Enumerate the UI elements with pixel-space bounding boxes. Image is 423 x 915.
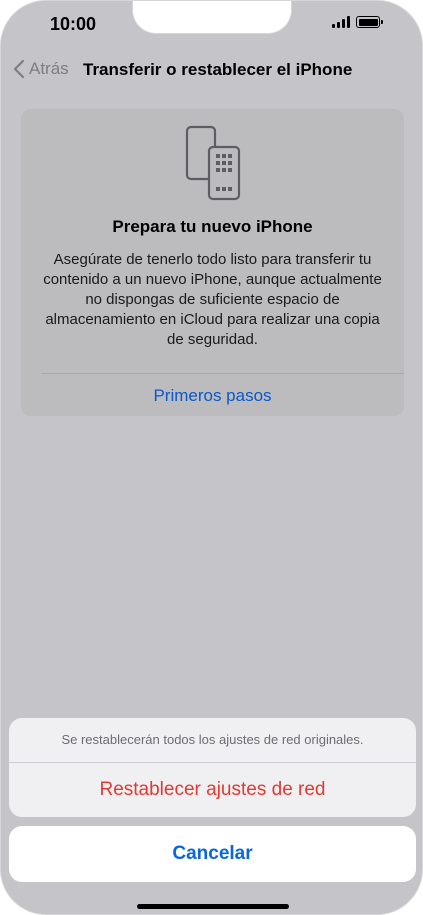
notch — [132, 1, 292, 34]
action-sheet-message: Se restablecerán todos los ajustes de re… — [61, 732, 364, 747]
action-sheet: Se restablecerán todos los ajustes de re… — [9, 718, 416, 817]
prepare-iphone-card: Prepara tu nuevo iPhone Asegúrate de ten… — [21, 109, 404, 416]
transfer-devices-icon — [185, 125, 241, 201]
home-indicator[interactable] — [137, 904, 289, 909]
reset-network-settings-button[interactable]: Restablecer ajustes de red — [9, 763, 416, 817]
back-label: Atrás — [29, 59, 69, 78]
chevron-left-icon — [13, 59, 25, 79]
battery-icon — [356, 16, 383, 28]
card-description: Asegúrate de tenerlo todo listo para tra… — [43, 251, 382, 348]
get-started-link[interactable]: Primeros pasos — [21, 386, 404, 406]
phone-screen: 10:00 Atrás Transferir o restablecer el … — [0, 0, 423, 915]
status-icons — [332, 16, 383, 28]
cancel-button[interactable]: Cancelar — [9, 826, 416, 882]
divider — [41, 373, 404, 374]
page-title: Transferir o restablecer el iPhone — [83, 60, 353, 79]
status-time: 10:00 — [50, 14, 97, 34]
signal-icon — [332, 16, 350, 28]
back-button[interactable]: Atrás — [13, 59, 69, 79]
card-title: Prepara tu nuevo iPhone — [112, 217, 313, 236]
